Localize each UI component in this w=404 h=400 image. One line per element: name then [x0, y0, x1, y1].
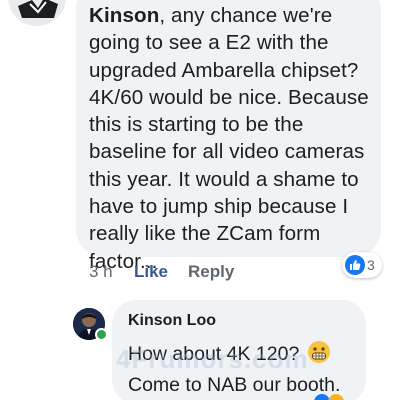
reply-text-line2: Come to NAB our booth. [128, 374, 341, 396]
avatar-top-icon[interactable] [8, 0, 66, 26]
grimacing-face-icon [307, 340, 331, 372]
comment-thread: Kinson, any chance we're going to see a … [0, 0, 404, 400]
reaction-summary[interactable]: 3 [342, 252, 382, 278]
reply-reactions[interactable] [314, 394, 354, 400]
comment-timestamp[interactable]: 3 h [89, 260, 113, 284]
comment-body: Kinson, any chance we're going to see a … [89, 2, 381, 275]
reply-button[interactable]: Reply [188, 260, 234, 284]
comment-author[interactable]: Kinson [89, 4, 159, 27]
reply-body: How about 4K 120? Come to NAB our booth. [128, 340, 364, 399]
haha-icon [328, 394, 344, 400]
reply-text: How about 4K 120? [128, 343, 300, 365]
online-status-indicator [95, 328, 108, 341]
reaction-count: 3 [367, 257, 375, 273]
like-button[interactable]: Like [134, 260, 168, 284]
thumbs-up-icon [345, 255, 365, 275]
reply-author[interactable]: Kinson Loo [128, 310, 216, 332]
comment-text: , any chance we're going to see a E2 wit… [89, 4, 369, 273]
